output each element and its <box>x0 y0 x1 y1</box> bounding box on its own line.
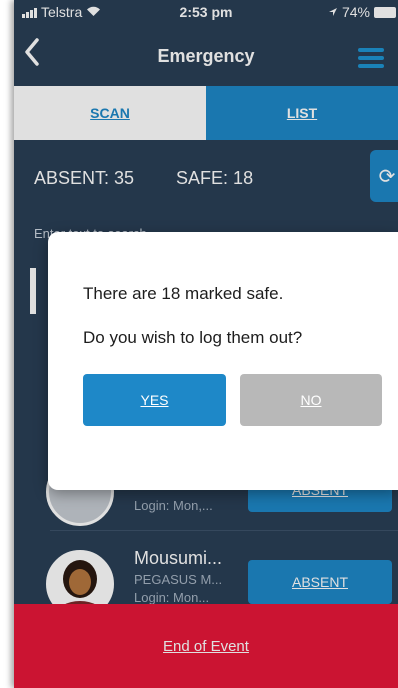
no-button[interactable]: NO <box>240 374 382 426</box>
yes-button[interactable]: YES <box>83 374 226 426</box>
logout-dialog: There are 18 marked safe. Do you wish to… <box>48 232 398 490</box>
dialog-message: There are 18 marked safe. <box>83 284 284 303</box>
dialog-question: Do you wish to log them out? <box>83 328 303 347</box>
app-screen: Telstra 2:53 pm 74% Emergency SCAN LIST … <box>14 0 398 688</box>
